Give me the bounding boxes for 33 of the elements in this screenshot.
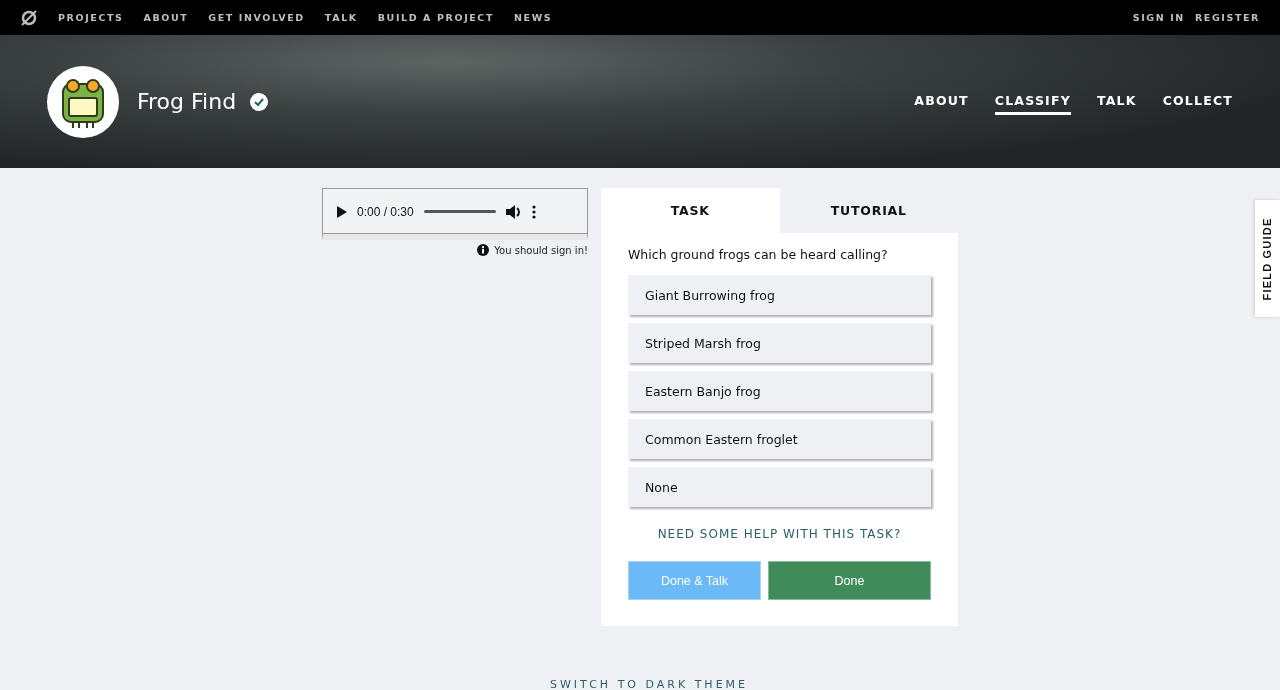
- project-nav-link[interactable]: TALK: [1096, 88, 1137, 115]
- top-nav-link[interactable]: ABOUT: [143, 12, 189, 23]
- field-guide-tab[interactable]: FIELD GUIDE: [1255, 200, 1280, 317]
- top-nav-link[interactable]: NEWS: [514, 12, 553, 23]
- audio-progress-track[interactable]: [423, 210, 496, 213]
- answer-option[interactable]: Striped Marsh frog: [628, 323, 931, 363]
- answer-option[interactable]: Giant Burrowing frog: [628, 275, 931, 315]
- volume-icon[interactable]: [505, 204, 522, 219]
- dark-theme-link[interactable]: SWITCH TO DARK THEME: [550, 678, 749, 690]
- top-nav-link[interactable]: BUILD A PROJECT: [377, 12, 494, 23]
- task-question: Which ground frogs can be heard calling?: [628, 247, 889, 262]
- answer-option[interactable]: None: [628, 467, 931, 507]
- project-nav-link[interactable]: CLASSIFY: [994, 88, 1071, 115]
- project-title: Frog Find: [137, 89, 237, 114]
- top-nav-link[interactable]: TALK: [324, 12, 358, 23]
- done-button[interactable]: Done: [768, 561, 931, 600]
- more-options-icon[interactable]: [531, 204, 536, 219]
- help-link[interactable]: NEED SOME HELP WITH THIS TASK?: [628, 527, 931, 541]
- panel-tab[interactable]: TUTORIAL: [779, 188, 958, 233]
- top-nav-link[interactable]: GET INVOLVED: [208, 12, 305, 23]
- sign-in-notice: You should sign in!: [494, 244, 588, 256]
- info-icon: [477, 244, 490, 256]
- top-nav-link[interactable]: PROJECTS: [58, 12, 124, 23]
- answer-option[interactable]: Common Eastern froglet: [628, 419, 931, 459]
- play-icon[interactable]: [337, 205, 347, 218]
- project-nav-link[interactable]: ABOUT: [914, 88, 969, 115]
- account-link[interactable]: REGISTER: [1194, 12, 1260, 23]
- audio-player[interactable]: 0:00 / 0:30: [322, 188, 588, 240]
- account-link[interactable]: SIGN IN: [1132, 12, 1185, 23]
- zooniverse-logo-icon[interactable]: [20, 8, 38, 27]
- project-nav-link[interactable]: COLLECT: [1162, 88, 1233, 115]
- audio-time: 0:00 / 0:30: [357, 204, 414, 219]
- answer-option[interactable]: Eastern Banjo frog: [628, 371, 931, 411]
